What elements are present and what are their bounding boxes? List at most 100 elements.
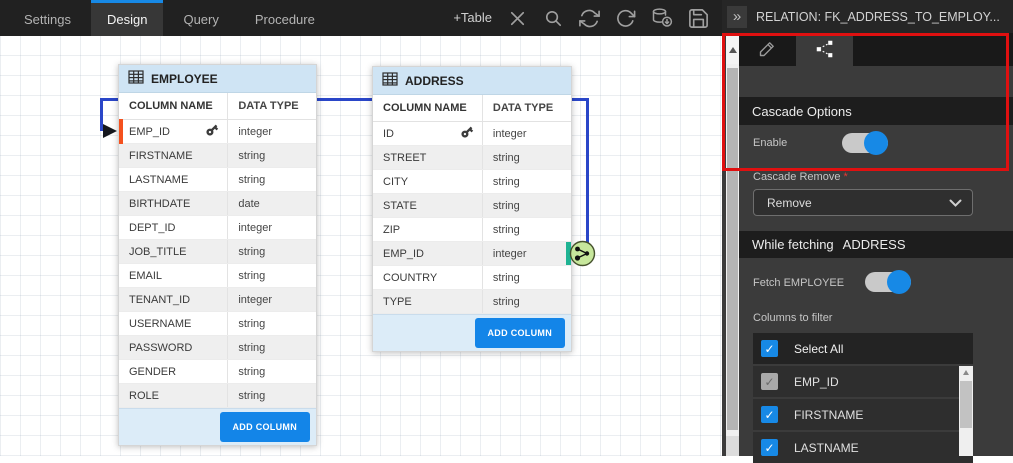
relation-connector-icon[interactable] — [569, 240, 596, 272]
cascade-remove-select[interactable]: Remove — [753, 189, 973, 216]
column-type: string — [238, 342, 265, 354]
column-name: PASSWORD — [129, 342, 192, 354]
table-row[interactable]: CITY string — [373, 170, 571, 194]
tab-settings[interactable]: Settings — [8, 0, 87, 36]
col-header-name: COLUMN NAME — [383, 102, 467, 114]
list-item[interactable]: ✓ FIRSTNAME — [753, 399, 973, 430]
export-db-icon[interactable] — [650, 6, 674, 30]
table-row[interactable]: ZIP string — [373, 218, 571, 242]
table-title: EMPLOYEE — [151, 72, 218, 86]
panel-tabs — [739, 33, 1013, 66]
table-row[interactable]: PASSWORD string — [119, 336, 316, 360]
scroll-up-icon[interactable] — [726, 36, 739, 64]
column-type: string — [493, 296, 520, 308]
column-name: JOB_TITLE — [129, 246, 186, 258]
scroll-up-icon[interactable] — [959, 366, 973, 379]
table-row[interactable]: BIRTHDATE date — [119, 192, 316, 216]
collapse-panel-icon[interactable]: » — [727, 6, 747, 28]
col-header-type: DATA TYPE — [493, 102, 553, 114]
table-row[interactable]: USERNAME string — [119, 312, 316, 336]
table-row[interactable]: STREET string — [373, 146, 571, 170]
tab-edit-properties[interactable] — [739, 33, 796, 66]
column-name: BIRTHDATE — [129, 198, 190, 210]
add-column-button[interactable]: ADD COLUMN — [475, 318, 566, 348]
schema-canvas[interactable]: EMPLOYEE COLUMN NAME DATA TYPE EMP_ID in… — [0, 36, 722, 456]
table-row[interactable]: ID integer — [373, 122, 571, 146]
table-footer: ADD COLUMN — [373, 314, 571, 351]
column-type: string — [238, 390, 265, 402]
column-name: EMP_ID — [383, 248, 424, 260]
column-name: ZIP — [383, 224, 400, 236]
select-value: Remove — [767, 196, 812, 210]
add-column-button[interactable]: ADD COLUMN — [220, 412, 311, 442]
table-row[interactable]: TYPE string — [373, 290, 571, 314]
column-type: date — [238, 198, 259, 210]
list-scrollbar[interactable] — [959, 366, 973, 456]
add-table-button[interactable]: +Table — [443, 0, 502, 36]
column-type: string — [493, 176, 520, 188]
table-row[interactable]: COUNTRY string — [373, 266, 571, 290]
panel-header: » RELATION: FK_ADDRESS_TO_EMPLOY... — [722, 0, 1013, 33]
grid-table-icon — [382, 72, 398, 89]
fetch-employee-toggle[interactable] — [865, 270, 911, 294]
column-name: ID — [383, 128, 394, 140]
tab-query[interactable]: Query — [167, 0, 234, 36]
lastname-checkbox[interactable]: ✓ — [761, 439, 778, 456]
list-item[interactable]: ✓ EMP_ID — [753, 366, 973, 397]
firstname-checkbox[interactable]: ✓ — [761, 406, 778, 423]
column-type: string — [238, 246, 265, 258]
column-type: string — [493, 224, 520, 236]
scrollbar-thumb[interactable] — [960, 381, 972, 428]
table-row[interactable]: EMP_ID integer — [373, 242, 571, 266]
column-type: integer — [238, 294, 272, 306]
list-item[interactable]: ✓ LASTNAME — [753, 432, 973, 463]
list-item-label: FIRSTNAME — [794, 408, 863, 422]
relation-target-marker — [119, 119, 123, 144]
key-icon — [460, 125, 474, 142]
table-row[interactable]: LASTNAME string — [119, 168, 316, 192]
table-row[interactable]: JOB_TITLE string — [119, 240, 316, 264]
table-employee-header[interactable]: EMPLOYEE — [119, 65, 316, 93]
column-type: string — [238, 150, 265, 162]
fetch-employee-label: Fetch EMPLOYEE — [753, 277, 844, 289]
table-row[interactable]: GENDER string — [119, 360, 316, 384]
table-address[interactable]: ADDRESS COLUMN NAME DATA TYPE ID integer… — [372, 66, 572, 352]
column-type: integer — [238, 126, 272, 138]
refresh-icon[interactable] — [614, 7, 637, 30]
column-type: string — [238, 366, 265, 378]
column-name: LASTNAME — [129, 174, 188, 186]
emp-id-checkbox: ✓ — [761, 373, 778, 390]
column-name: STATE — [383, 200, 417, 212]
select-all-checkbox[interactable]: ✓ — [761, 340, 778, 357]
tab-procedure[interactable]: Procedure — [239, 0, 331, 36]
panel-scrollbar[interactable] — [726, 36, 739, 456]
key-icon — [205, 123, 219, 140]
grid-table-icon — [128, 70, 144, 87]
column-type: integer — [238, 222, 272, 234]
top-toolbar: Settings Design Query Procedure +Table — [0, 0, 722, 36]
column-type: string — [238, 318, 265, 330]
table-employee[interactable]: EMPLOYEE COLUMN NAME DATA TYPE EMP_ID in… — [118, 64, 317, 446]
chevron-down-icon — [949, 196, 962, 210]
table-row[interactable]: ROLE string — [119, 384, 316, 408]
table-address-header[interactable]: ADDRESS — [373, 67, 571, 95]
table-row[interactable]: FIRSTNAME string — [119, 144, 316, 168]
enable-toggle[interactable] — [842, 131, 888, 155]
close-icon[interactable] — [506, 7, 529, 30]
table-row[interactable]: EMP_ID integer — [119, 120, 316, 144]
search-icon[interactable] — [542, 7, 565, 30]
tab-design[interactable]: Design — [91, 0, 163, 36]
table-row[interactable]: TENANT_ID integer — [119, 288, 316, 312]
table-row[interactable]: DEPT_ID integer — [119, 216, 316, 240]
scrollbar-thumb[interactable] — [727, 68, 738, 430]
sync-icon[interactable] — [578, 7, 601, 30]
column-name: DEPT_ID — [129, 222, 175, 234]
relation-line-vertical-right — [586, 98, 589, 255]
table-row[interactable]: EMAIL string — [119, 264, 316, 288]
tab-relations[interactable] — [796, 33, 853, 66]
save-icon[interactable] — [687, 7, 710, 30]
table-row[interactable]: STATE string — [373, 194, 571, 218]
scroll-down-button[interactable] — [726, 436, 739, 456]
select-all-row[interactable]: ✓ Select All — [753, 333, 973, 364]
column-name: COUNTRY — [383, 272, 437, 284]
